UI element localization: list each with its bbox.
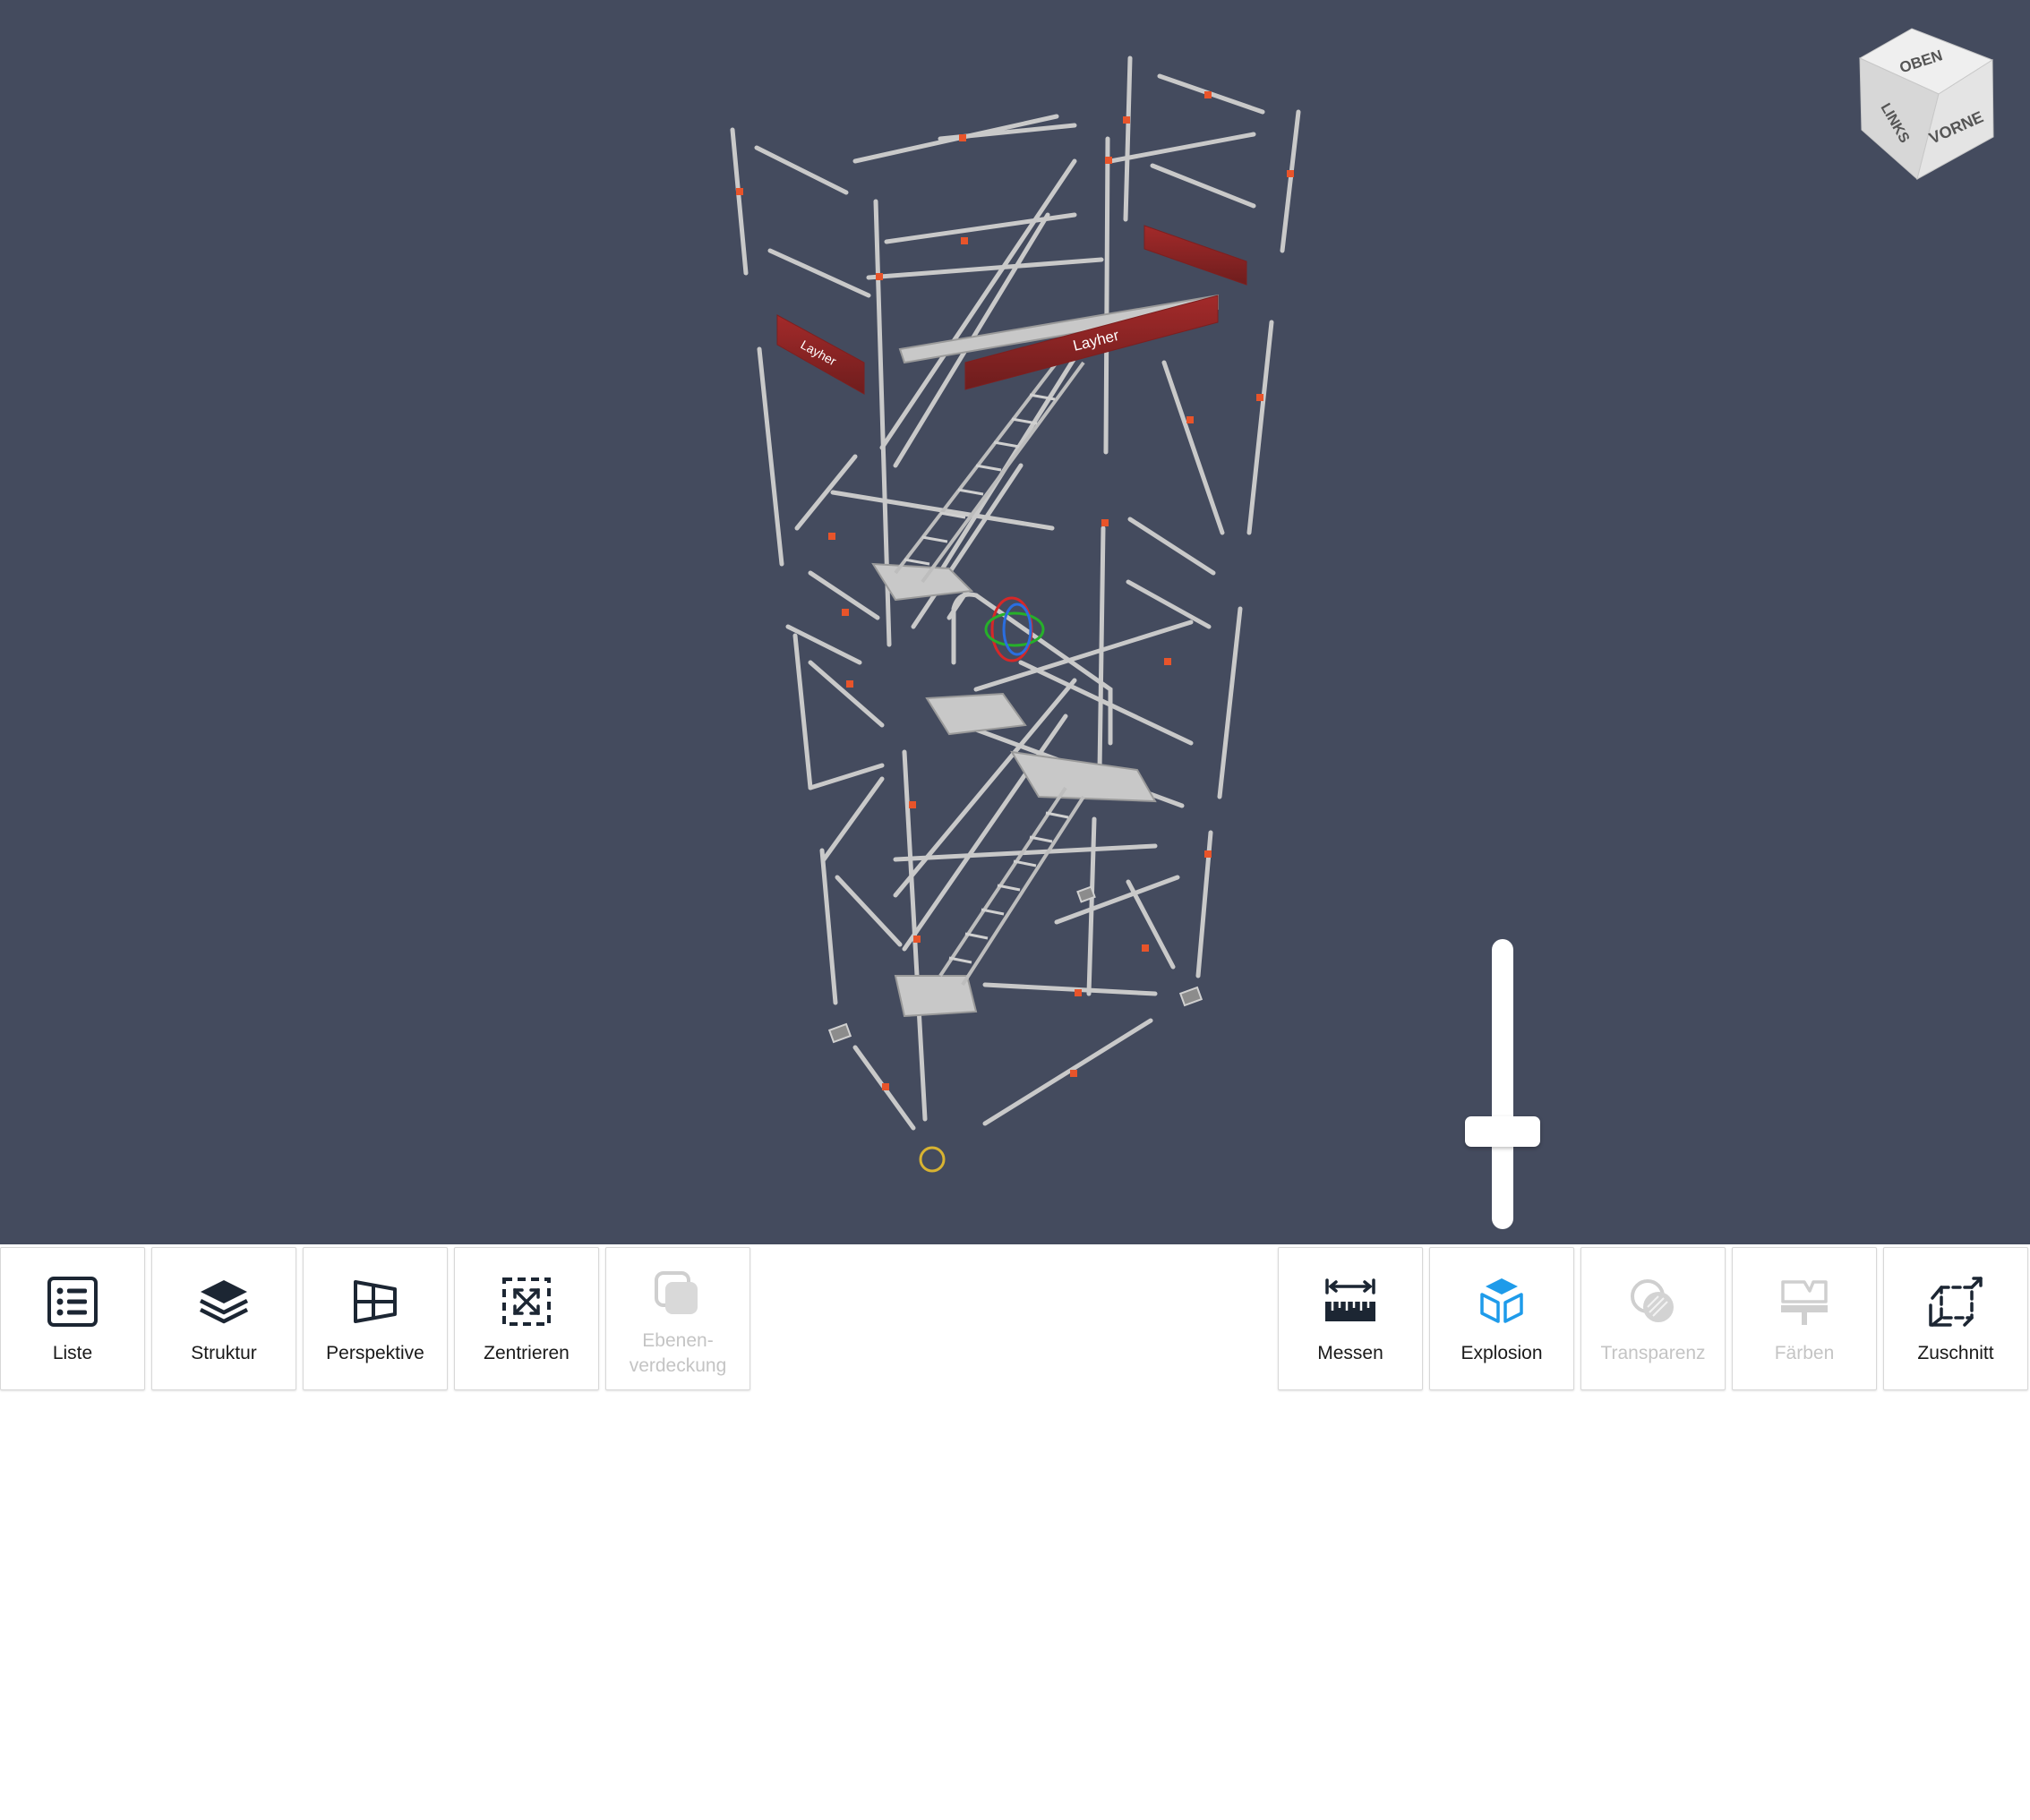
transparenz-label: Transparenz [1600, 1343, 1706, 1363]
explosion-label: Explosion [1460, 1343, 1543, 1363]
perspektive-button[interactable]: Perspektive [303, 1247, 448, 1390]
ebenenverdeckung-label-line1: Ebenen- [642, 1330, 714, 1351]
perspektive-label: Perspektive [326, 1343, 424, 1363]
messen-label: Messen [1317, 1343, 1383, 1363]
explosion-button[interactable]: Explosion [1429, 1247, 1574, 1390]
zuschnitt-button[interactable]: Zuschnitt [1883, 1247, 2028, 1390]
bottom-toolbar: Liste Struktur Perspektive Zentrieren Eb… [0, 1244, 2030, 1395]
liste-button[interactable]: Liste [0, 1247, 145, 1390]
zentrieren-button[interactable]: Zentrieren [454, 1247, 599, 1390]
explode-cube-icon [1480, 1278, 1523, 1323]
ebenenverdeckung-label-line2: verdeckung [629, 1355, 727, 1376]
zuschnitt-label: Zuschnitt [1917, 1343, 1994, 1363]
center-icon [502, 1277, 551, 1326]
faerben-button[interactable]: Färben [1732, 1247, 1877, 1390]
crop-icon [1929, 1277, 1983, 1327]
scaffold-model[interactable]: Layher Layher [0, 0, 2030, 1244]
ruler-icon [1325, 1278, 1375, 1321]
list-icon [47, 1277, 98, 1327]
3d-viewport[interactable]: Layher Layher OBEN LINKS VORNE [0, 0, 2030, 1244]
messen-button[interactable]: Messen [1278, 1247, 1423, 1390]
layers-icon [199, 1280, 249, 1324]
struktur-button[interactable]: Struktur [151, 1247, 296, 1390]
transparency-icon [1631, 1279, 1674, 1322]
perspective-icon [354, 1280, 397, 1323]
paint-icon [1781, 1280, 1828, 1325]
zentrieren-label: Zentrieren [484, 1343, 570, 1363]
explosion-slider[interactable] [1460, 936, 1546, 1235]
navigation-cube[interactable]: OBEN LINKS VORNE [1849, 18, 2019, 188]
ebenenverdeckung-button[interactable]: Ebenen- verdeckung [605, 1247, 750, 1390]
liste-label: Liste [52, 1343, 93, 1363]
struktur-label: Struktur [191, 1343, 257, 1363]
layer-hide-icon [655, 1271, 698, 1314]
faerben-label: Färben [1774, 1343, 1835, 1363]
explosion-slider-thumb[interactable] [1465, 1115, 1540, 1147]
explosion-slider-track[interactable] [1492, 939, 1513, 1229]
transparenz-button[interactable]: Transparenz [1580, 1247, 1726, 1390]
